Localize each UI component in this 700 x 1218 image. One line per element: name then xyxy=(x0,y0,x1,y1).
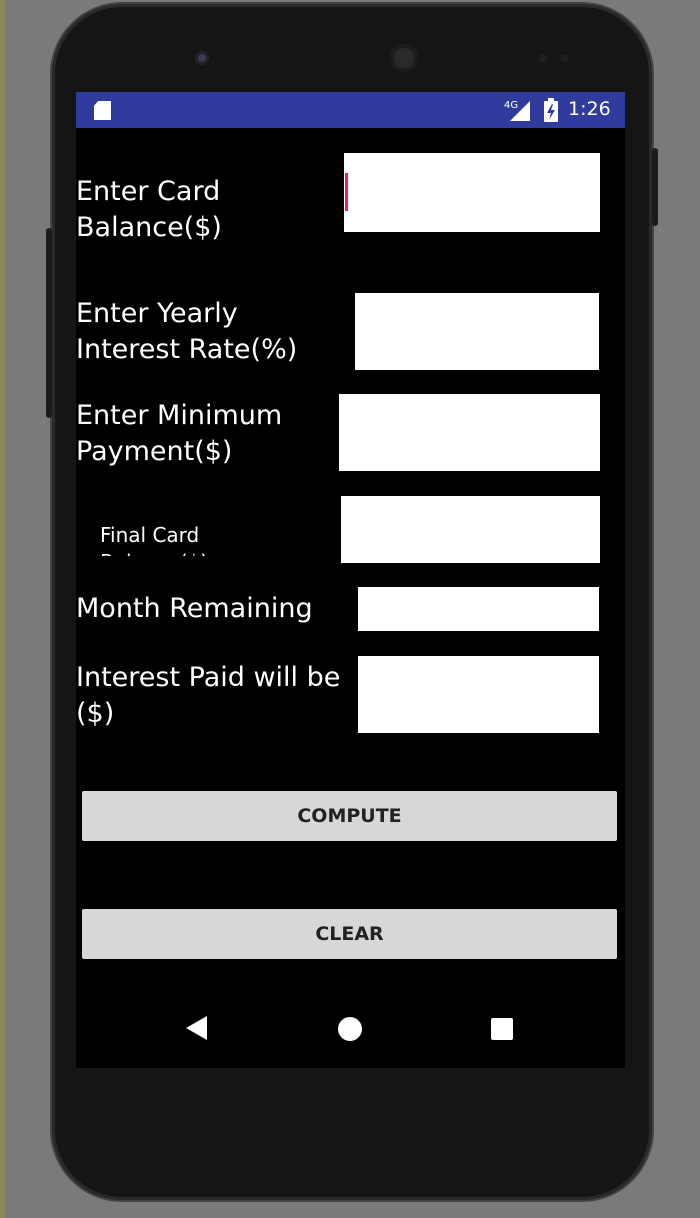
compute-button[interactable]: COMPUTE xyxy=(82,791,617,841)
interest-rate-input[interactable] xyxy=(355,293,599,370)
status-time: 1:26 xyxy=(568,98,611,120)
earpiece-speaker-icon xyxy=(390,44,418,72)
min-payment-label: Enter Minimum Payment($) xyxy=(76,400,283,467)
app-screen: 4G 1:26 Enter Card Balance($) Enter Year… xyxy=(76,92,625,1068)
network-type-label: 4G xyxy=(504,100,518,111)
window-edge xyxy=(0,0,5,1218)
interest-paid-label: Interest Paid will be ($) xyxy=(76,662,341,729)
card-balance-label: Enter Card Balance($) xyxy=(76,176,222,243)
volume-button xyxy=(46,228,52,418)
signal-icon: 4G xyxy=(504,100,530,121)
back-icon[interactable] xyxy=(186,1016,207,1040)
light-sensor-icon xyxy=(561,54,569,62)
clear-button[interactable]: CLEAR xyxy=(82,909,617,959)
months-remaining-label: Month Remaining xyxy=(76,593,313,624)
sd-card-icon xyxy=(94,101,111,120)
power-button xyxy=(652,148,658,226)
home-icon[interactable] xyxy=(338,1017,362,1041)
proximity-sensor-icon xyxy=(539,54,547,62)
status-bar: 4G 1:26 xyxy=(76,92,625,128)
min-payment-input[interactable] xyxy=(339,394,600,471)
battery-charging-icon xyxy=(544,98,558,122)
navigation-bar xyxy=(76,992,625,1068)
front-camera-icon xyxy=(195,51,209,65)
interest-rate-label: Enter Yearly Interest Rate(%) xyxy=(76,298,298,365)
interest-paid-output[interactable] xyxy=(358,656,599,733)
recents-icon[interactable] xyxy=(491,1018,513,1040)
final-balance-output[interactable] xyxy=(341,496,600,563)
card-balance-input[interactable] xyxy=(344,153,600,232)
final-balance-label: Final Card Balance($) xyxy=(100,523,208,556)
text-cursor xyxy=(345,173,348,211)
final-balance-label-clip: Final Card Balance($) xyxy=(100,522,320,556)
months-remaining-output[interactable] xyxy=(358,587,599,631)
